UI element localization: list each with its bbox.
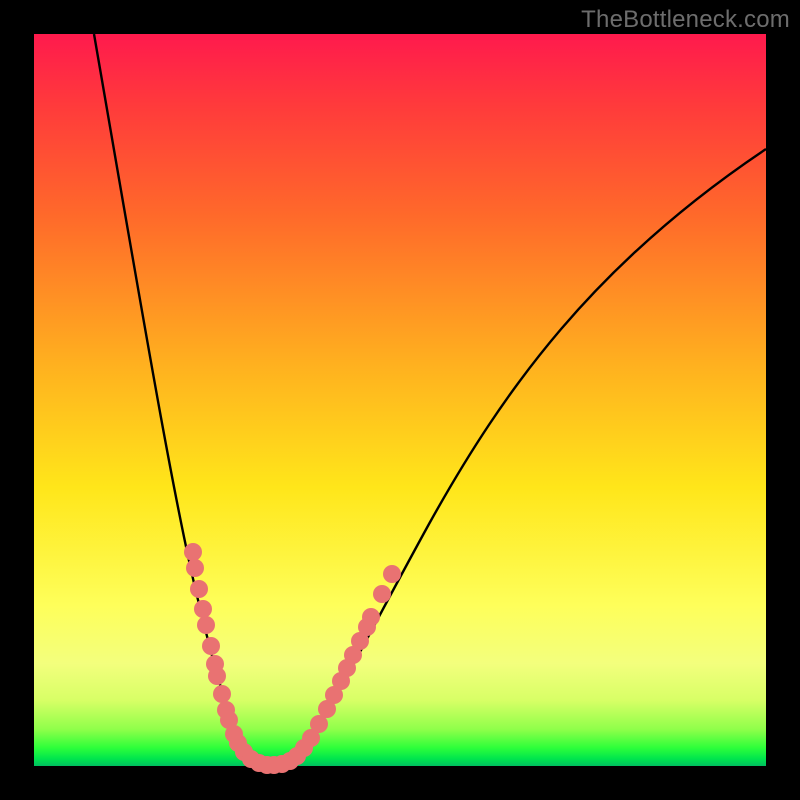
curve-marker bbox=[190, 580, 208, 598]
curve-marker bbox=[194, 600, 212, 618]
curve-marker bbox=[186, 559, 204, 577]
watermark-text: TheBottleneck.com bbox=[581, 6, 790, 34]
chart-frame: TheBottleneck.com bbox=[0, 0, 800, 800]
curve-marker bbox=[383, 565, 401, 583]
chart-plot-area bbox=[34, 34, 766, 766]
curve-marker bbox=[373, 585, 391, 603]
curve-marker bbox=[362, 608, 380, 626]
curve-marker bbox=[213, 685, 231, 703]
bottleneck-curve-svg bbox=[34, 34, 766, 766]
curve-marker bbox=[184, 543, 202, 561]
curve-marker bbox=[208, 667, 226, 685]
curve-markers bbox=[184, 543, 401, 774]
bottleneck-curve bbox=[94, 34, 766, 766]
curve-marker bbox=[197, 616, 215, 634]
curve-marker bbox=[202, 637, 220, 655]
